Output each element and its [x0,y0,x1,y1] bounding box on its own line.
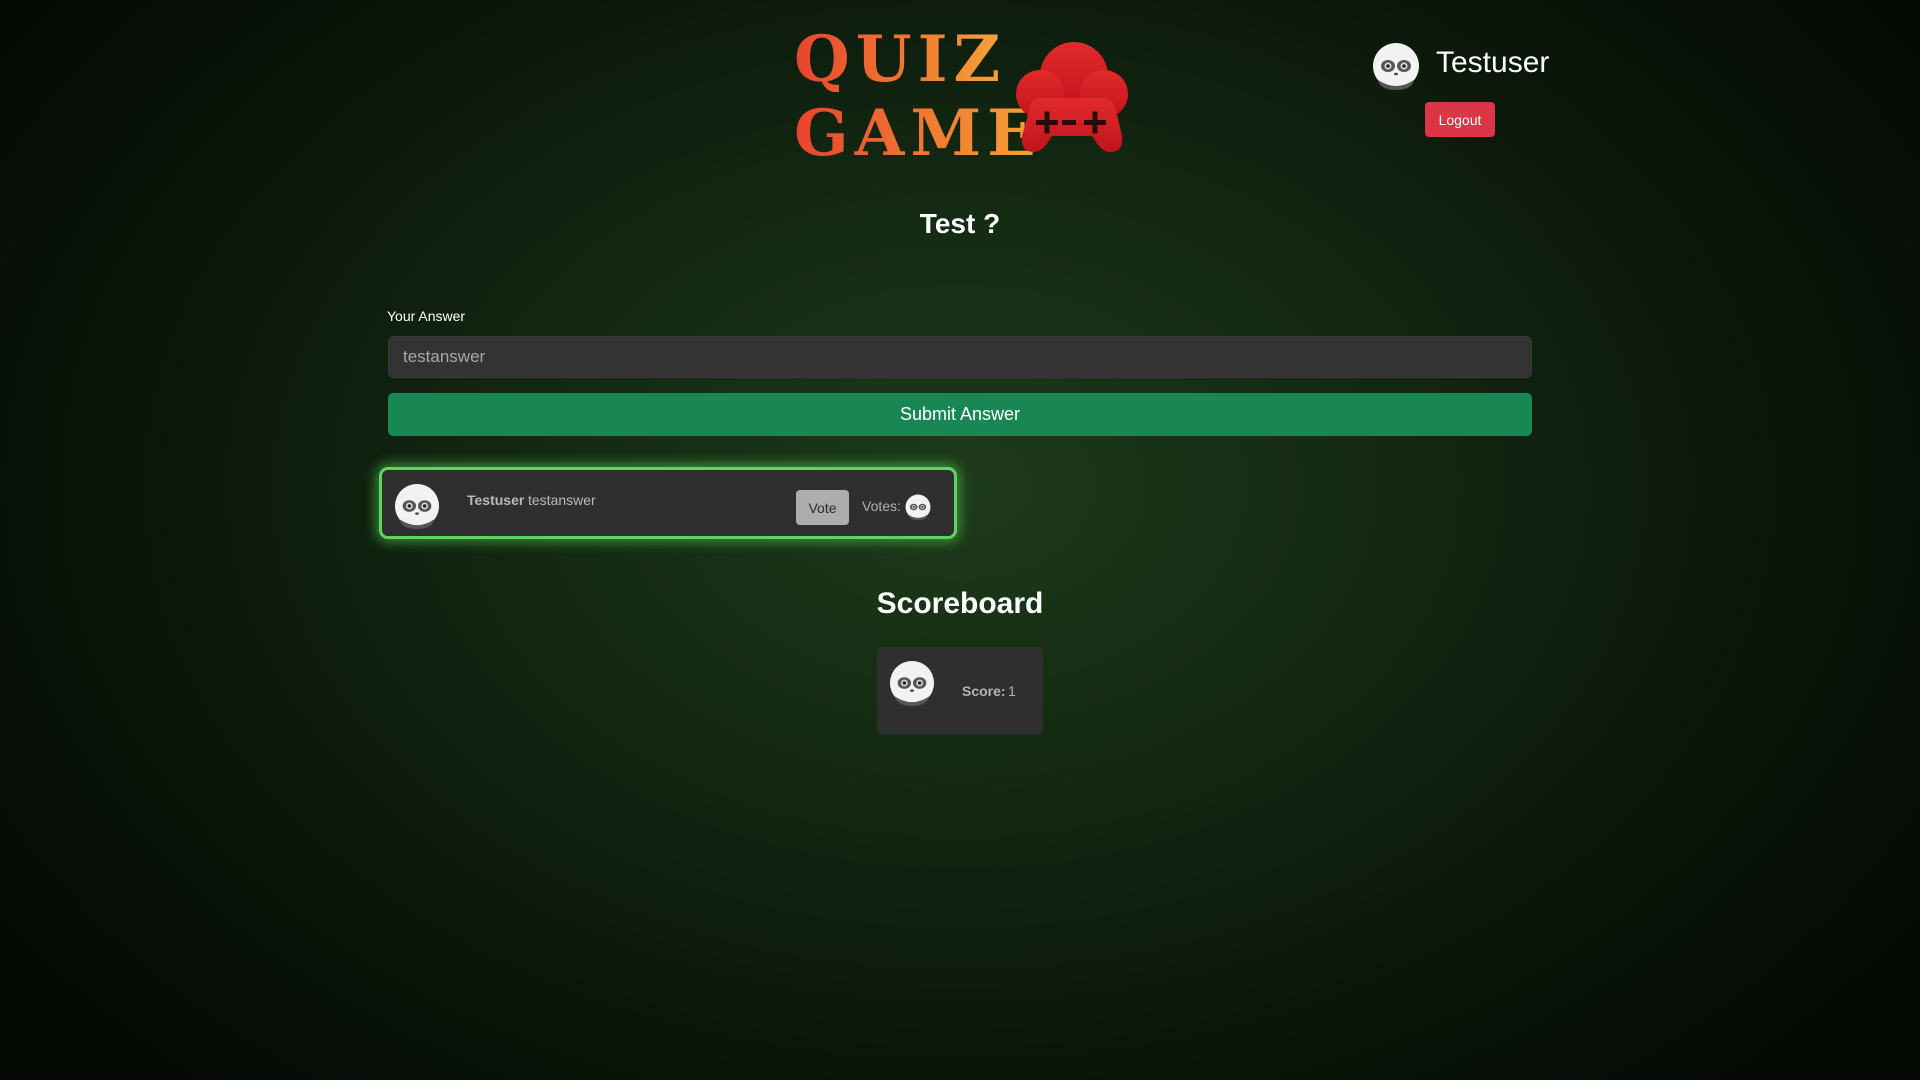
answer-text: testanswer [528,492,596,508]
vote-button[interactable]: Vote [796,490,849,525]
scoreboard-entry: Score: 1 [877,647,1043,734]
answer-input[interactable]: testanswer [388,336,1532,378]
quiz-game-logo: QUIZ GAME [794,22,1130,166]
answer-label: Your Answer [387,308,466,324]
username: Testuser [1436,46,1550,79]
score-value: 1 [1008,683,1016,699]
score-label: Score: [962,683,1006,699]
panda-avatar-icon [394,483,440,529]
question-title: Test ? [919,208,1001,239]
logout-button[interactable]: Logout [1425,102,1495,137]
answer-username: Testuser [467,492,525,508]
scoreboard-title: Scoreboard [876,587,1044,620]
answer-card: Testuser testanswer Vote Votes: [379,467,957,539]
panda-avatar-icon [889,660,935,706]
user-menu: Testuser Logout [1372,40,1582,150]
submit-answer-button[interactable]: Submit Answer [388,393,1532,436]
logo-title-game: GAME [794,96,1042,171]
gamepad-cloud-icon [1016,42,1128,152]
panda-avatar-icon [905,494,931,520]
panda-avatar-icon [1373,43,1419,90]
logo-title-quiz: QUIZ [794,22,1007,97]
votes-label: Votes: [862,498,901,514]
